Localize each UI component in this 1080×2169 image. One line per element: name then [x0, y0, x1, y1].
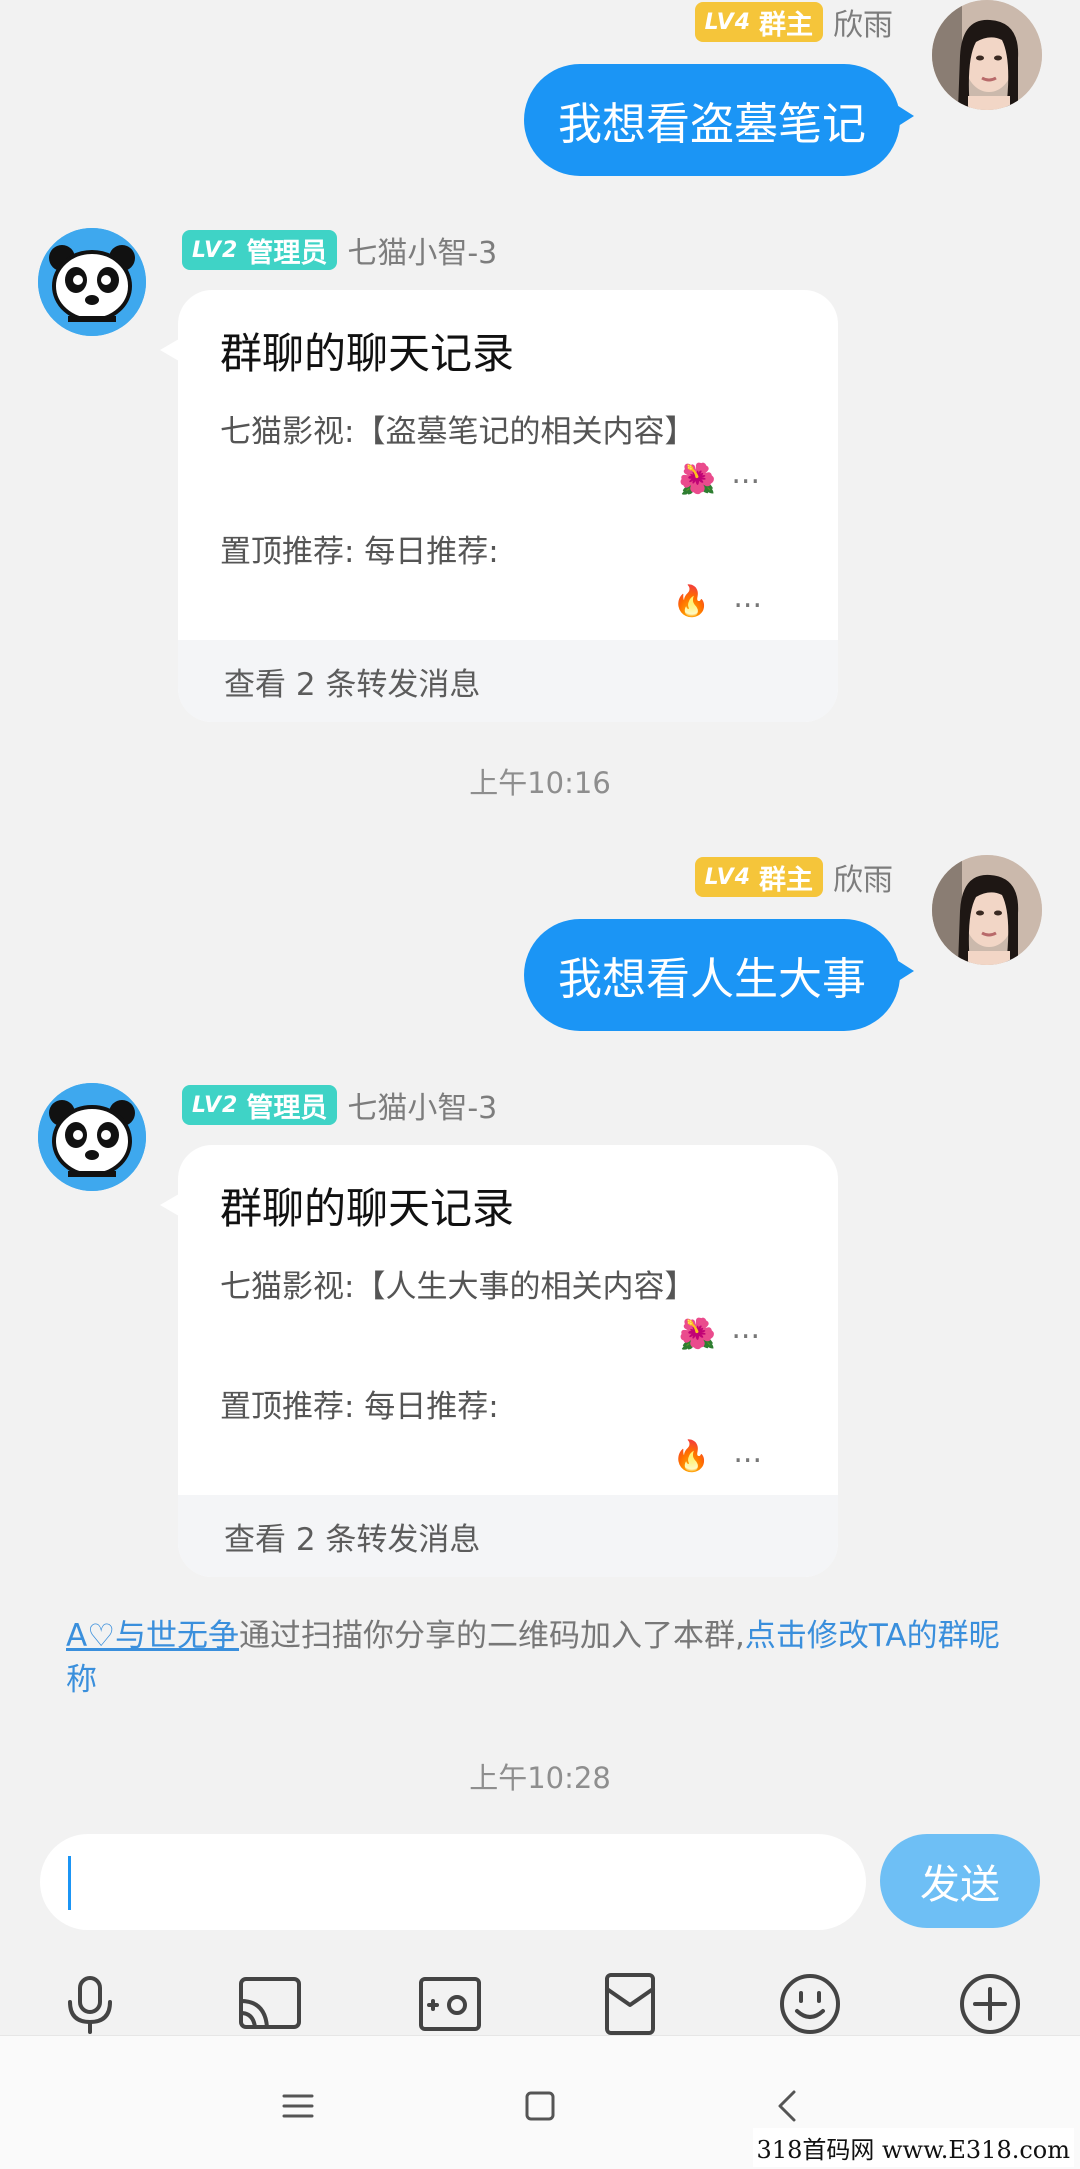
card-line: 置顶推荐: 每日推荐:	[220, 534, 499, 570]
message-bubble[interactable]: 我想看盗墓笔记	[524, 64, 914, 176]
view-forwarded-messages[interactable]: 查看 2 条转发消息	[178, 640, 838, 722]
forwarded-chat-card[interactable]: 群聊的聊天记录 七猫影视:【盗墓笔记的相关内容】 🌺 ... 置顶推荐: 每日推…	[178, 290, 838, 722]
panda-avatar[interactable]	[38, 1083, 146, 1191]
fire-icon: 🔥	[672, 1439, 710, 1474]
sender-meta: LV4 群主 欣雨	[694, 855, 893, 899]
role-label: 管理员	[246, 237, 328, 269]
message-row-outgoing: LV4 群主 欣雨 我想看人生大事	[0, 855, 1080, 1045]
timestamp: 上午10:16	[469, 766, 611, 800]
forwarded-chat-card[interactable]: 群聊的聊天记录 七猫影视:【人生大事的相关内容】 🌺 ... 置顶推荐: 每日推…	[178, 1145, 838, 1577]
sender-name: 七猫小智-3	[347, 236, 498, 271]
system-notice: A♡与世无争通过扫描你分享的二维码加入了本群,点击修改TA的群昵称	[66, 1614, 1026, 1702]
home-icon[interactable]	[500, 2066, 580, 2146]
timestamp: 上午10:28	[469, 1761, 611, 1795]
ellipsis: ...	[731, 1311, 760, 1346]
message-row-incoming: LV2 管理员 七猫小智-3 群聊的聊天记录 七猫影视:【盗墓笔记的相关内容】 …	[0, 228, 1080, 748]
admin-badge: LV2 管理员	[182, 1085, 338, 1125]
level-label: LV2	[192, 1092, 239, 1118]
avatar[interactable]	[932, 0, 1042, 110]
card-line: 置顶推荐: 每日推荐:	[220, 1389, 499, 1425]
chat-area[interactable]: LV4 群主 欣雨 我想看盗墓笔记 LV2 管理员 七猫小智-3 群聊的聊天记录…	[0, 0, 1080, 1812]
text-caret	[68, 1856, 71, 1910]
card-title: 群聊的聊天记录	[220, 1184, 515, 1233]
fire-icon: 🔥	[672, 584, 710, 619]
sender-name: 欣雨	[833, 8, 893, 43]
level-label: LV4	[704, 864, 751, 890]
view-forwarded-messages[interactable]: 查看 2 条转发消息	[178, 1495, 838, 1577]
avatar[interactable]	[932, 855, 1042, 965]
level-label: LV2	[192, 237, 239, 263]
level-label: LV4	[704, 9, 751, 35]
ellipsis: ...	[733, 580, 762, 615]
sender-meta: LV2 管理员 七猫小智-3	[182, 228, 497, 272]
sender-name: 欣雨	[833, 863, 893, 898]
send-button[interactable]: 发送	[880, 1834, 1040, 1928]
notice-text: 通过扫描你分享的二维码加入了本群,	[239, 1618, 745, 1654]
message-input[interactable]	[40, 1834, 866, 1930]
ellipsis: ...	[733, 1435, 762, 1470]
role-label: 群主	[759, 9, 813, 41]
card-line: 七猫影视:【盗墓笔记的相关内容】	[220, 414, 696, 450]
message-bubble[interactable]: 我想看人生大事	[524, 919, 914, 1031]
user-link[interactable]: A♡与世无争	[66, 1618, 239, 1654]
sender-name: 七猫小智-3	[347, 1091, 498, 1126]
card-title: 群聊的聊天记录	[220, 329, 515, 378]
panda-avatar[interactable]	[38, 228, 146, 336]
owner-badge: LV4 群主	[694, 857, 823, 897]
hibiscus-icon: 🌺	[678, 462, 716, 497]
sender-meta: LV2 管理员 七猫小智-3	[182, 1083, 497, 1127]
message-row-outgoing: LV4 群主 欣雨 我想看盗墓笔记	[0, 0, 1080, 190]
menu-icon[interactable]	[258, 2066, 338, 2146]
watermark: 318首码网 www.E318.com	[752, 2128, 1074, 2167]
message-row-incoming: LV2 管理员 七猫小智-3 群聊的聊天记录 七猫影视:【人生大事的相关内容】 …	[0, 1083, 1080, 1603]
card-line: 七猫影视:【人生大事的相关内容】	[220, 1269, 696, 1305]
owner-badge: LV4 群主	[694, 2, 823, 42]
role-label: 管理员	[246, 1092, 328, 1124]
hibiscus-icon: 🌺	[678, 1317, 716, 1352]
role-label: 群主	[759, 864, 813, 896]
admin-badge: LV2 管理员	[182, 230, 338, 270]
sender-meta: LV4 群主 欣雨	[694, 0, 893, 44]
ellipsis: ...	[731, 456, 760, 491]
